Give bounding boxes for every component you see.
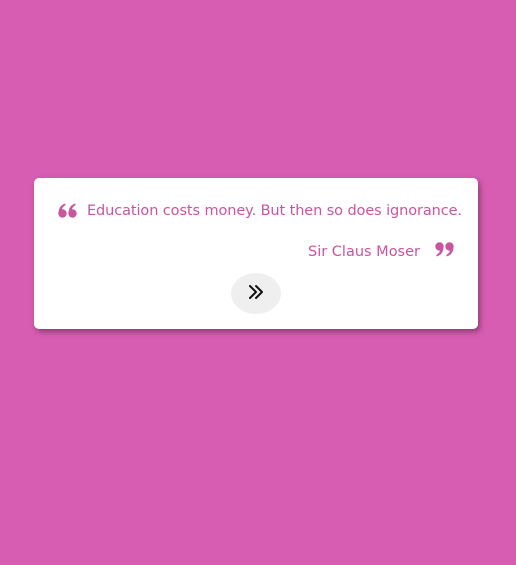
- quote-row: Education costs money. But then so does …: [58, 203, 464, 219]
- quote-author: Sir Claus Moser: [307, 244, 420, 260]
- next-quote-button[interactable]: [231, 273, 281, 314]
- quote-card: Education costs money. But then so does …: [34, 178, 478, 329]
- author-row: Sir Claus Moser: [307, 241, 454, 260]
- quote-text: Education costs money. But then so does …: [87, 203, 462, 219]
- quote-right-icon: [434, 241, 454, 257]
- double-chevron-right-icon: [246, 282, 266, 305]
- quote-left-icon: [58, 203, 78, 219]
